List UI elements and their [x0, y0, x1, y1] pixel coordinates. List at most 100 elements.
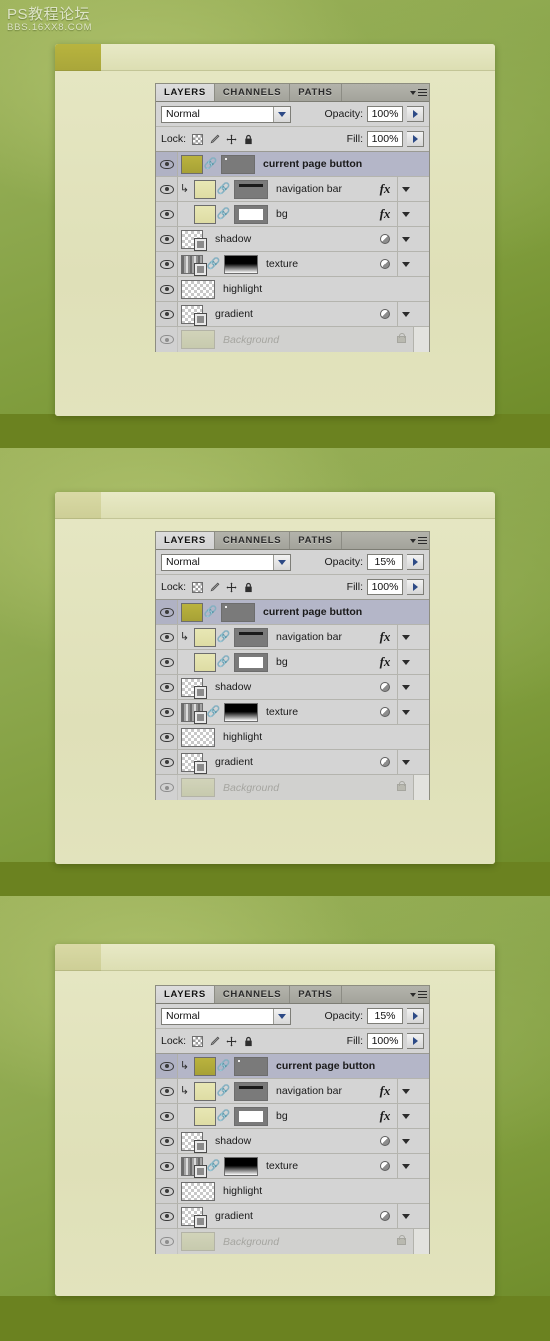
lock-all-icon-3[interactable]: [243, 1036, 254, 1047]
transparency-checker-icon-2[interactable]: [192, 581, 204, 593]
document-tab-2[interactable]: [55, 492, 101, 519]
visibility-toggle-3-6[interactable]: [156, 1204, 178, 1228]
layer-thumbnail[interactable]: [194, 1106, 216, 1126]
table-row[interactable]: shadow: [156, 675, 429, 700]
tab-paths-3[interactable]: PATHS: [290, 986, 342, 1003]
table-row[interactable]: Background: [156, 1229, 429, 1254]
visibility-toggle-2-1[interactable]: [156, 625, 178, 649]
blend-mode-select-3[interactable]: Normal: [161, 1007, 291, 1025]
move-icon-2[interactable]: [226, 581, 237, 593]
fill-stepper-icon-2[interactable]: [407, 579, 424, 595]
table-row[interactable]: gradient: [156, 1204, 429, 1229]
adjustment-icon[interactable]: [373, 757, 397, 767]
visibility-toggle-1-1[interactable]: [156, 177, 178, 201]
table-row[interactable]: 🔗 bg fx: [156, 1104, 429, 1129]
layer-name[interactable]: shadow: [215, 1135, 251, 1147]
fill-input-1[interactable]: 100%: [367, 131, 403, 147]
brush-icon-2[interactable]: [209, 582, 220, 593]
link-icon[interactable]: 🔗: [217, 208, 231, 220]
layer-mask-thumbnail[interactable]: [234, 1106, 268, 1126]
table-row[interactable]: highlight: [156, 725, 429, 750]
visibility-toggle-1-5[interactable]: [156, 277, 178, 301]
table-row[interactable]: shadow: [156, 227, 429, 252]
visibility-toggle-3-1[interactable]: [156, 1079, 178, 1103]
link-icon[interactable]: 🔗: [217, 1110, 231, 1122]
link-icon[interactable]: 🔗: [217, 1085, 231, 1097]
tab-channels-1[interactable]: CHANNELS: [214, 84, 291, 101]
link-icon[interactable]: 🔗: [217, 631, 231, 643]
panel-menu-icon-3[interactable]: [407, 986, 429, 1003]
layer-name[interactable]: shadow: [215, 681, 251, 693]
group-thumbnail[interactable]: [181, 254, 207, 276]
layer-name[interactable]: current page button: [263, 606, 362, 618]
chevron-down-icon-3[interactable]: [273, 1008, 290, 1024]
layer-name[interactable]: gradient: [215, 1210, 253, 1222]
link-icon[interactable]: 🔗: [204, 158, 218, 170]
lock-all-icon-1[interactable]: [243, 134, 254, 145]
layer-name[interactable]: bg: [276, 1110, 288, 1122]
expand-group-icon[interactable]: [397, 700, 413, 724]
visibility-toggle-2-3[interactable]: [156, 675, 178, 699]
link-icon[interactable]: 🔗: [217, 183, 231, 195]
adjustment-icon[interactable]: [373, 234, 397, 244]
layer-thumbnail[interactable]: [181, 727, 215, 747]
layer-name[interactable]: Background: [223, 1236, 279, 1248]
visibility-toggle-1-6[interactable]: [156, 302, 178, 326]
tab-channels-2[interactable]: CHANNELS: [214, 532, 291, 549]
expand-group-icon[interactable]: [397, 1154, 413, 1178]
document-tab-3[interactable]: [55, 944, 101, 971]
layer-effects-icon[interactable]: fx: [373, 629, 397, 645]
expand-group-icon[interactable]: [397, 227, 413, 251]
adjustment-icon[interactable]: [373, 1211, 397, 1221]
layer-mask-thumbnail[interactable]: [234, 652, 268, 672]
visibility-toggle-2-6[interactable]: [156, 750, 178, 774]
opacity-stepper-icon-3[interactable]: [407, 1008, 424, 1024]
adjustment-icon[interactable]: [373, 309, 397, 319]
link-icon[interactable]: 🔗: [217, 1060, 231, 1072]
layer-mask-thumbnail[interactable]: [221, 154, 255, 174]
group-thumbnail[interactable]: [181, 229, 207, 251]
layer-thumbnail[interactable]: [194, 179, 216, 199]
expand-effects-icon[interactable]: [397, 650, 413, 674]
visibility-toggle-3-7[interactable]: [156, 1229, 178, 1254]
expand-effects-icon[interactable]: [397, 177, 413, 201]
table-row[interactable]: 🔗 current page button: [156, 600, 429, 625]
chevron-down-icon-2[interactable]: [273, 554, 290, 570]
fill-input-2[interactable]: 100%: [367, 579, 403, 595]
visibility-toggle-3-0[interactable]: [156, 1054, 178, 1078]
table-row[interactable]: gradient: [156, 302, 429, 327]
expand-effects-icon[interactable]: [397, 1104, 413, 1128]
table-row[interactable]: gradient: [156, 750, 429, 775]
opacity-stepper-icon-1[interactable]: [407, 106, 424, 122]
visibility-toggle-2-2[interactable]: [156, 650, 178, 674]
table-row[interactable]: 🔗 texture: [156, 252, 429, 277]
table-row[interactable]: 🔗 bg fx: [156, 650, 429, 675]
layer-name[interactable]: texture: [266, 1160, 298, 1172]
panel-menu-icon-2[interactable]: [407, 532, 429, 549]
group-thumbnail[interactable]: [181, 702, 207, 724]
link-icon[interactable]: 🔗: [207, 706, 221, 718]
visibility-toggle-2-7[interactable]: [156, 775, 178, 800]
chevron-down-icon-1[interactable]: [273, 106, 290, 122]
layer-mask-thumbnail[interactable]: [224, 702, 258, 722]
table-row[interactable]: highlight: [156, 277, 429, 302]
link-icon[interactable]: 🔗: [207, 258, 221, 270]
layer-list-1[interactable]: 🔗 current page button ↳ 🔗 navigation bar…: [156, 152, 429, 352]
layer-effects-icon[interactable]: fx: [373, 181, 397, 197]
layer-name[interactable]: shadow: [215, 233, 251, 245]
transparency-checker-icon-3[interactable]: [192, 1035, 204, 1047]
layers-panel-3[interactable]: LAYERS CHANNELS PATHS Normal Opacity: 15…: [155, 985, 430, 1254]
tab-layers-1[interactable]: LAYERS: [156, 84, 215, 101]
table-row[interactable]: 🔗 current page button: [156, 152, 429, 177]
layer-effects-icon[interactable]: fx: [373, 206, 397, 222]
layers-panel-1[interactable]: LAYERS CHANNELS PATHS Normal Opacity: 10…: [155, 83, 430, 352]
link-icon[interactable]: 🔗: [207, 1160, 221, 1172]
lock-all-icon-2[interactable]: [243, 582, 254, 593]
expand-effects-icon[interactable]: [397, 202, 413, 226]
group-thumbnail[interactable]: [181, 1131, 207, 1153]
visibility-toggle-2-0[interactable]: [156, 600, 178, 624]
tab-paths-1[interactable]: PATHS: [290, 84, 342, 101]
fill-stepper-icon-3[interactable]: [407, 1033, 424, 1049]
table-row[interactable]: ↳ 🔗 navigation bar fx: [156, 1079, 429, 1104]
fill-stepper-icon-1[interactable]: [407, 131, 424, 147]
